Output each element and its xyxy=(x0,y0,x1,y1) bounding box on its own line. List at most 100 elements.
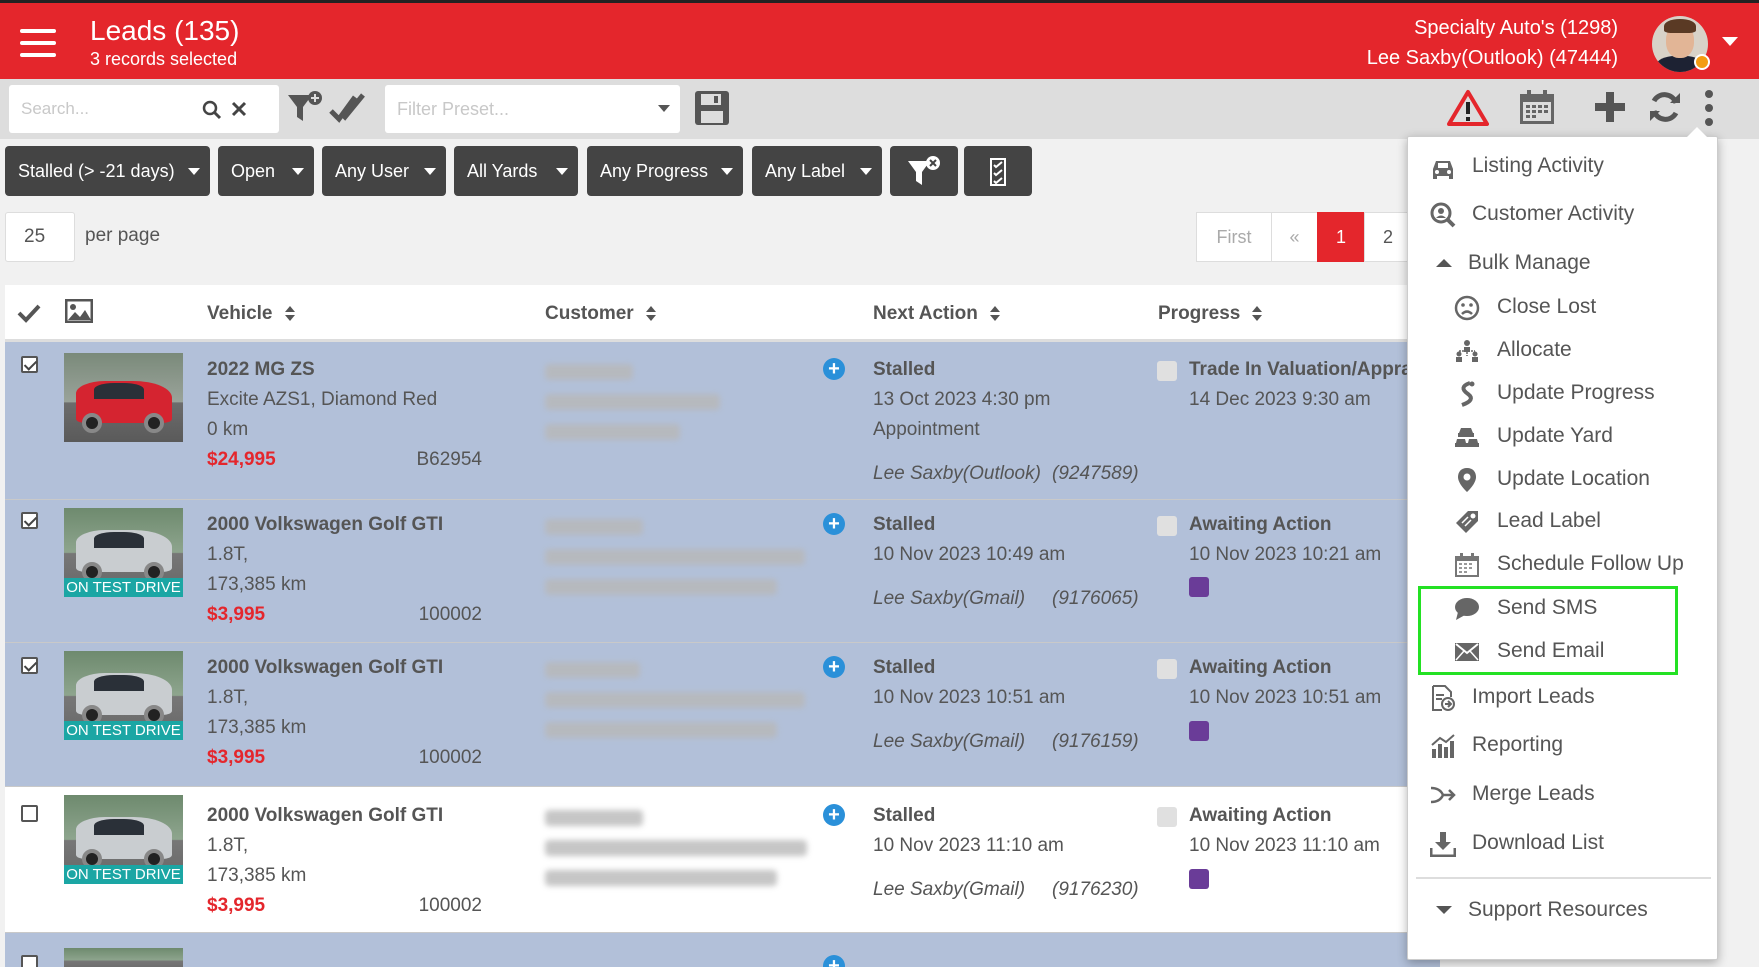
clear-filter-icon xyxy=(908,156,940,185)
customer-name-redacted xyxy=(545,519,643,535)
row-checkbox[interactable] xyxy=(21,955,38,967)
table-row[interactable]: 2022 MG ZS Excite AZS1, Diamond Red 0 km… xyxy=(5,342,1440,500)
vehicle-title[interactable]: 2000 Volkswagen Golf GTI xyxy=(207,805,443,827)
table-header: Vehicle Customer Next Action Progress xyxy=(5,285,1440,342)
menu-update-progress[interactable]: Update Progress xyxy=(1408,373,1719,413)
customer-email-redacted xyxy=(545,692,805,708)
test-drive-badge: ON TEST DRIVE xyxy=(64,865,183,884)
next-action-status: Stalled xyxy=(873,514,936,535)
vehicle-thumbnail[interactable]: ON TEST DRIVE xyxy=(64,795,183,884)
user-filter[interactable]: Any User xyxy=(322,146,446,196)
add-icon[interactable] xyxy=(1595,92,1625,122)
next-action-date: 10 Nov 2023 11:10 am xyxy=(873,835,1064,856)
column-next-action[interactable]: Next Action xyxy=(873,303,1000,325)
column-vehicle[interactable]: Vehicle xyxy=(207,303,295,325)
pagination-first[interactable]: First xyxy=(1196,212,1272,262)
vehicle-title[interactable]: 2022 MG ZS xyxy=(207,359,315,381)
menu-send-sms[interactable]: Send SMS xyxy=(1408,588,1719,628)
menu-lead-label[interactable]: Lead Label xyxy=(1408,501,1719,541)
more-options-icon[interactable] xyxy=(1703,89,1715,127)
double-check-icon[interactable] xyxy=(329,91,367,127)
menu-download-list[interactable]: Download List xyxy=(1408,823,1719,863)
vehicle-title[interactable]: 2000 Volkswagen Golf GTI xyxy=(207,657,443,679)
vehicle-price: $3,995 xyxy=(207,604,266,625)
add-filter-icon[interactable] xyxy=(286,89,324,127)
row-checkbox[interactable] xyxy=(21,805,38,822)
menu-allocate[interactable]: Allocate xyxy=(1408,330,1719,370)
progress-checkbox[interactable] xyxy=(1157,807,1177,827)
menu-schedule-follow-up[interactable]: Schedule Follow Up xyxy=(1408,544,1719,584)
row-checkbox[interactable] xyxy=(21,512,38,529)
menu-reporting[interactable]: Reporting xyxy=(1408,725,1719,765)
column-customer-label: Customer xyxy=(545,303,634,324)
stage-filter[interactable]: Stalled (> -21 days) xyxy=(5,146,210,196)
column-chooser-button[interactable] xyxy=(964,146,1032,196)
sad-face-icon xyxy=(1454,295,1480,321)
column-progress[interactable]: Progress xyxy=(1158,303,1263,325)
menu-bulk-manage[interactable]: Bulk Manage xyxy=(1408,243,1719,283)
row-checkbox[interactable] xyxy=(21,356,38,373)
search-icon[interactable] xyxy=(202,100,222,120)
customer-phone-redacted xyxy=(545,424,680,440)
menu-import-leads[interactable]: Import Leads xyxy=(1408,677,1719,717)
menu-close-lost[interactable]: Close Lost xyxy=(1408,287,1719,327)
pagination-page-2[interactable]: 2 xyxy=(1364,212,1412,262)
table-row[interactable]: ON TEST DRIVE 2000 Volkswagen Golf GTI 1… xyxy=(5,500,1440,643)
select-all-check-icon[interactable] xyxy=(17,303,41,323)
add-action-icon[interactable]: + xyxy=(823,804,845,826)
save-icon[interactable] xyxy=(694,90,730,126)
caret-up-icon xyxy=(1436,259,1452,267)
selection-count: 3 records selected xyxy=(90,49,238,69)
vehicle-thumbnail[interactable]: ON TEST DRIVE xyxy=(64,508,183,597)
yard-filter[interactable]: All Yards xyxy=(454,146,578,196)
vehicle-title[interactable]: 2000 Volkswagen Golf GTI xyxy=(207,514,443,536)
warning-icon[interactable] xyxy=(1447,89,1489,127)
menu-listing-activity[interactable]: Listing Activity xyxy=(1408,146,1719,186)
dealer-name[interactable]: Specialty Auto's (1298) xyxy=(1414,17,1618,40)
user-name[interactable]: Lee Saxby(Outlook) (47444) xyxy=(1367,47,1618,70)
progress-checkbox[interactable] xyxy=(1157,361,1177,381)
add-action-icon[interactable]: + xyxy=(823,358,845,380)
lead-label-color[interactable] xyxy=(1189,869,1209,889)
chat-bubble-icon xyxy=(1455,598,1479,620)
per-page-input[interactable]: 25 xyxy=(5,212,75,262)
menu-merge-leads[interactable]: Merge Leads xyxy=(1408,774,1719,814)
table-row[interactable]: ON TEST DRIVE 2000 Volkswagen Golf GTI 1… xyxy=(5,643,1440,787)
menu-update-yard[interactable]: Update Yard xyxy=(1408,416,1719,456)
pagination-page-1[interactable]: 1 xyxy=(1317,212,1365,262)
next-action-status: Stalled xyxy=(873,359,936,380)
next-action-id: (9176065) xyxy=(1052,588,1139,609)
menu-customer-activity[interactable]: Customer Activity xyxy=(1408,194,1719,234)
label-filter[interactable]: Any Label xyxy=(752,146,882,196)
account-chevron-down-icon[interactable] xyxy=(1722,37,1738,46)
menu-update-location[interactable]: Update Location xyxy=(1408,459,1719,499)
progress-checkbox[interactable] xyxy=(1157,516,1177,536)
add-action-icon[interactable]: + xyxy=(823,656,845,678)
filter-preset-input[interactable] xyxy=(397,96,647,122)
hamburger-menu-icon[interactable] xyxy=(20,29,56,57)
vehicle-thumbnail[interactable] xyxy=(64,353,183,442)
pagination-prev[interactable]: « xyxy=(1271,212,1318,262)
progress-filter[interactable]: Any Progress xyxy=(587,146,743,196)
vehicle-thumbnail[interactable]: ON TEST DRIVE xyxy=(64,651,183,740)
search-input[interactable] xyxy=(21,96,211,122)
table-row[interactable]: ON TEST DRIVE 2000 Volkswagen Golf GTI 1… xyxy=(5,787,1440,933)
vehicle-thumbnail[interactable] xyxy=(64,948,183,967)
lead-label-color[interactable] xyxy=(1189,721,1209,741)
progress-checkbox[interactable] xyxy=(1157,659,1177,679)
status-filter[interactable]: Open xyxy=(218,146,314,196)
add-action-icon[interactable]: + xyxy=(823,513,845,535)
car-icon xyxy=(1433,161,1453,179)
row-checkbox[interactable] xyxy=(21,657,38,674)
clear-icon[interactable] xyxy=(231,101,247,117)
table-row[interactable]: + xyxy=(5,933,1440,967)
lead-label-color[interactable] xyxy=(1189,577,1209,597)
add-action-icon[interactable]: + xyxy=(823,955,845,967)
column-customer[interactable]: Customer xyxy=(545,303,656,325)
menu-support-resources[interactable]: Support Resources xyxy=(1408,890,1719,930)
refresh-icon[interactable] xyxy=(1648,90,1682,124)
calendar-icon[interactable] xyxy=(1518,88,1556,126)
menu-send-email[interactable]: Send Email xyxy=(1408,631,1719,671)
clear-filter-button[interactable] xyxy=(890,146,958,196)
filter-preset-select[interactable] xyxy=(385,85,680,133)
